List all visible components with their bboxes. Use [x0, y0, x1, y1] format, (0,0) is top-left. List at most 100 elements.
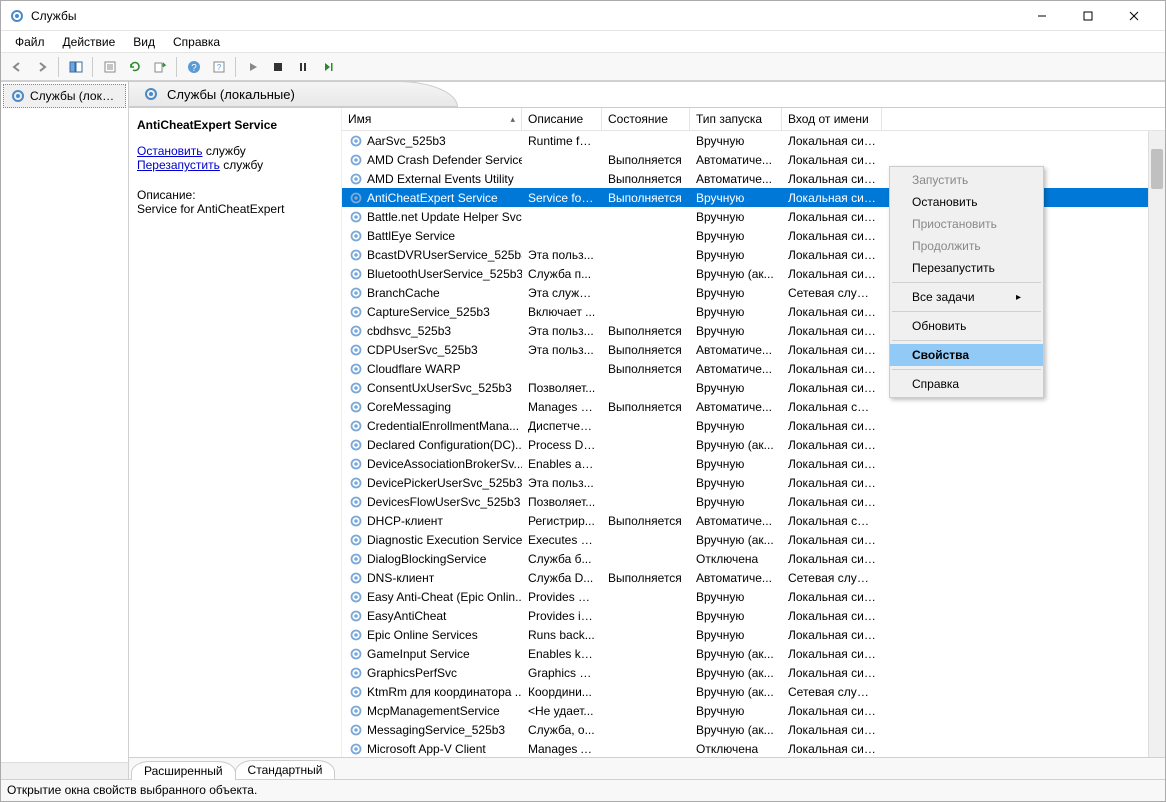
cell-desc: Provides in... — [522, 609, 602, 623]
table-row[interactable]: MessagingService_525b3Служба, о...Вручну… — [342, 720, 1165, 739]
cell-name: CoreMessaging — [342, 399, 522, 415]
cell-start: Автоматиче... — [690, 400, 782, 414]
table-row[interactable]: AarSvc_525b3Runtime fo...ВручнуюЛокальна… — [342, 131, 1165, 150]
cell-name: Epic Online Services — [342, 627, 522, 643]
cell-desc: Provides se... — [522, 590, 602, 604]
stop-service-button[interactable] — [266, 55, 289, 78]
minimize-button[interactable] — [1019, 1, 1065, 31]
table-row[interactable]: Declared Configuration(DC)...Process De.… — [342, 435, 1165, 454]
col-header-name[interactable]: Имя▴ — [342, 108, 522, 130]
table-row[interactable]: EasyAntiCheatProvides in...ВручнуюЛокаль… — [342, 606, 1165, 625]
cell-name: cbdhsvc_525b3 — [342, 323, 522, 339]
table-row[interactable]: CoreMessagingManages c...ВыполняетсяАвто… — [342, 397, 1165, 416]
cell-desc: Manages c... — [522, 400, 602, 414]
cell-state: Выполняется — [602, 362, 690, 376]
gear-icon — [348, 399, 364, 415]
cell-logon: Локальная сис... — [782, 533, 882, 547]
restart-service-button[interactable] — [316, 55, 339, 78]
cell-desc: Эта польз... — [522, 343, 602, 357]
menu-file[interactable]: Файл — [7, 33, 53, 51]
tab-standard[interactable]: Стандартный — [235, 760, 336, 779]
export-button[interactable] — [148, 55, 171, 78]
tree-horizontal-scrollbar[interactable] — [1, 762, 128, 779]
table-row[interactable]: GameInput ServiceEnables ke...Вручную (а… — [342, 644, 1165, 663]
table-row[interactable]: DNS-клиентСлужба D...ВыполняетсяАвтомати… — [342, 568, 1165, 587]
cell-name: CDPUserSvc_525b3 — [342, 342, 522, 358]
stop-service-link[interactable]: Остановить — [137, 144, 203, 158]
table-row[interactable]: DialogBlockingServiceСлужба б...Отключен… — [342, 549, 1165, 568]
cell-state: Выполняется — [602, 153, 690, 167]
cell-name: DevicesFlowUserSvc_525b3 — [342, 494, 522, 510]
cell-state: Выполняется — [602, 400, 690, 414]
cm-separator — [892, 340, 1041, 341]
properties-button[interactable] — [98, 55, 121, 78]
cm-stop[interactable]: Остановить — [890, 191, 1043, 213]
tab-extended[interactable]: Расширенный — [131, 761, 236, 780]
chevron-right-icon: ▸ — [1016, 292, 1021, 303]
gear-icon — [348, 703, 364, 719]
window-title: Службы — [31, 9, 1019, 23]
maximize-button[interactable] — [1065, 1, 1111, 31]
vertical-scrollbar[interactable] — [1148, 131, 1165, 757]
cell-start: Отключена — [690, 552, 782, 566]
cm-restart[interactable]: Перезапустить — [890, 257, 1043, 279]
toolbar-separator — [176, 57, 177, 77]
pane-header-label: Службы (локальные) — [167, 87, 295, 102]
cell-logon: Локальная сис... — [782, 457, 882, 471]
pause-service-button[interactable] — [291, 55, 314, 78]
table-row[interactable]: DevicePickerUserSvc_525b3Эта польз...Вру… — [342, 473, 1165, 492]
table-row[interactable]: CredentialEnrollmentMana...Диспетчер...В… — [342, 416, 1165, 435]
cell-name: MessagingService_525b3 — [342, 722, 522, 738]
table-row[interactable]: Microsoft App-V ClientManages A...Отключ… — [342, 739, 1165, 757]
gear-icon — [10, 88, 26, 104]
table-row[interactable]: DeviceAssociationBrokerSv...Enables ap..… — [342, 454, 1165, 473]
cell-name: BattlEye Service — [342, 228, 522, 244]
cell-state: Выполняется — [602, 571, 690, 585]
col-header-desc[interactable]: Описание — [522, 108, 602, 130]
pane-header: Службы (локальные) — [128, 81, 458, 107]
scrollbar-thumb[interactable] — [1151, 149, 1163, 189]
cm-help[interactable]: Справка — [890, 373, 1043, 395]
cm-alltasks[interactable]: Все задачи▸ — [890, 286, 1043, 308]
cell-name: DeviceAssociationBrokerSv... — [342, 456, 522, 472]
col-header-start[interactable]: Тип запуска — [690, 108, 782, 130]
table-row[interactable]: GraphicsPerfSvcGraphics p...Вручную (ак.… — [342, 663, 1165, 682]
gear-icon — [348, 665, 364, 681]
content-area: Службы (локальные) Службы (локальные) An… — [1, 81, 1165, 779]
menu-view[interactable]: Вид — [125, 33, 163, 51]
menu-action[interactable]: Действие — [55, 33, 124, 51]
tree-node-services-local[interactable]: Службы (локальные) — [3, 84, 126, 108]
help-button[interactable]: ? — [182, 55, 205, 78]
cell-desc: Эта польз... — [522, 324, 602, 338]
start-service-button[interactable] — [241, 55, 264, 78]
show-hide-tree-button[interactable] — [64, 55, 87, 78]
back-button[interactable] — [5, 55, 28, 78]
gear-icon — [348, 437, 364, 453]
table-row[interactable]: McpManagementService<Не удает...ВручнуюЛ… — [342, 701, 1165, 720]
refresh-button[interactable] — [123, 55, 146, 78]
table-row[interactable]: DHCP-клиентРегистрир...ВыполняетсяАвтома… — [342, 511, 1165, 530]
table-row[interactable]: KtmRm для координатора ...Координи...Вру… — [342, 682, 1165, 701]
context-menu: Запустить Остановить Приостановить Продо… — [889, 166, 1044, 398]
close-button[interactable] — [1111, 1, 1157, 31]
cm-refresh[interactable]: Обновить — [890, 315, 1043, 337]
cell-logon: Локальная сис... — [782, 381, 882, 395]
cell-name: BcastDVRUserService_525b3 — [342, 247, 522, 263]
cell-logon: Локальная сис... — [782, 495, 882, 509]
col-header-logon[interactable]: Вход от имени — [782, 108, 882, 130]
cell-start: Вручную — [690, 324, 782, 338]
table-row[interactable]: Easy Anti-Cheat (Epic Onlin...Provides s… — [342, 587, 1165, 606]
col-header-state[interactable]: Состояние — [602, 108, 690, 130]
table-row[interactable]: Diagnostic Execution ServiceExecutes di.… — [342, 530, 1165, 549]
restart-service-link[interactable]: Перезапустить — [137, 158, 220, 172]
table-row[interactable]: DevicesFlowUserSvc_525b3Позволяет...Вруч… — [342, 492, 1165, 511]
cell-start: Вручную — [690, 210, 782, 224]
table-row[interactable]: Epic Online ServicesRuns back...ВручнуюЛ… — [342, 625, 1165, 644]
menu-help[interactable]: Справка — [165, 33, 228, 51]
forward-button[interactable] — [30, 55, 53, 78]
help2-button[interactable]: ? — [207, 55, 230, 78]
cm-properties[interactable]: Свойства — [890, 344, 1043, 366]
stop-suffix: службу — [203, 144, 246, 158]
cm-separator — [892, 282, 1041, 283]
status-bar: Открытие окна свойств выбранного объекта… — [1, 779, 1165, 801]
